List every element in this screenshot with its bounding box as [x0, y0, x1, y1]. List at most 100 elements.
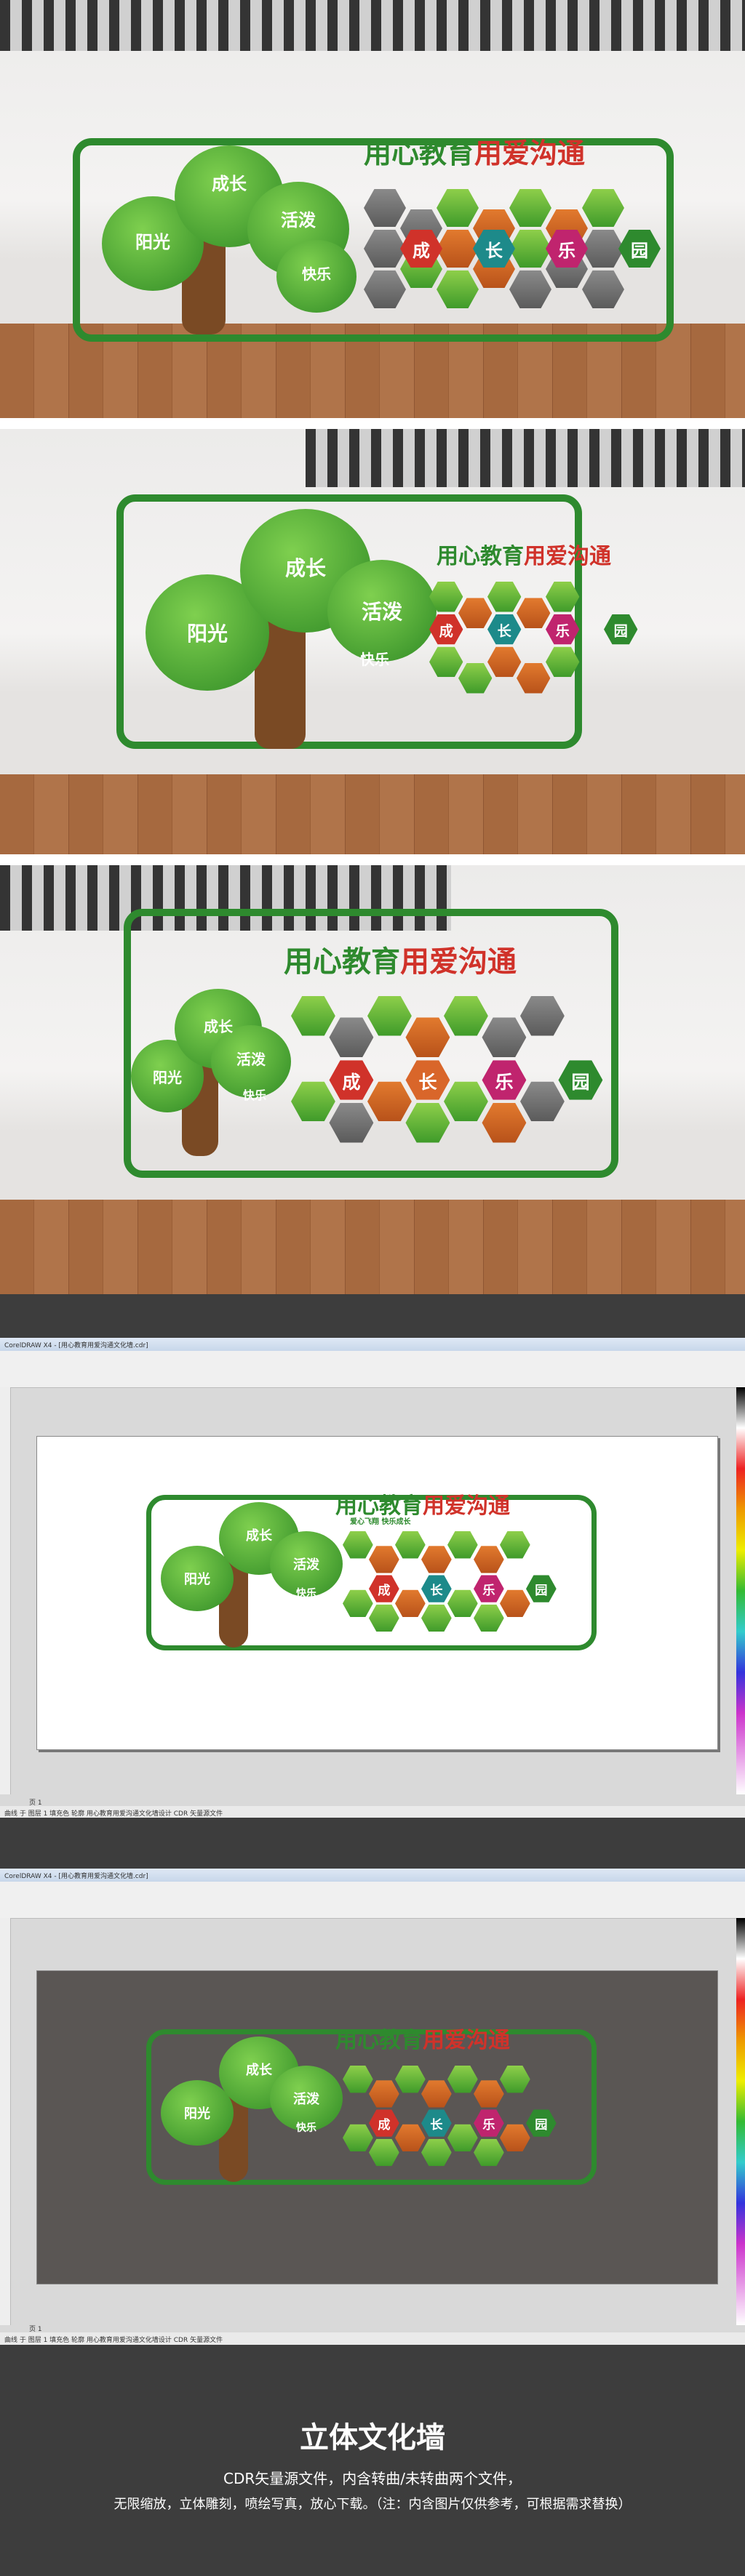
hex-tile [369, 1546, 399, 1573]
editor-panel-dark: CorelDRAW X4 - [用心教育用爱沟通文化墙.cdr] 阳光 成长 活… [0, 1869, 745, 2345]
hex-tile [447, 1531, 478, 1559]
tree-label-yangguang: 阳光 [184, 1572, 210, 1587]
hex-tile [291, 1081, 335, 1122]
headline-part1: 用心教育 [335, 2028, 423, 2053]
status-bar: 曲线 于 图层 1 填充色 轮廓 用心教育用爱沟通文化墙设计 CDR 矢量源文件 [0, 1806, 745, 1818]
culture-wall-2: 阳光 成长 活泼 快乐 用心教育用爱沟通 成 长 乐 园 [116, 494, 662, 756]
hex-tile [429, 646, 463, 678]
hex-label-chang: 长 [421, 2109, 452, 2137]
hex-tile [517, 663, 551, 694]
hex-tile [405, 1103, 450, 1143]
headline-part2: 用爱沟通 [474, 137, 586, 169]
hex-label-le: 乐 [474, 2109, 504, 2137]
hex-label-le: 乐 [546, 614, 580, 645]
hex-tile [437, 270, 479, 308]
toolbox [0, 1387, 11, 1794]
hex-grid: 成 长 乐 园 [364, 189, 661, 334]
hex-tile [395, 2066, 426, 2093]
hex-label-le: 乐 [474, 1575, 504, 1602]
status-bar: 曲线 于 图层 1 填充色 轮廓 用心教育用爱沟通文化墙设计 CDR 矢量源文件 [0, 2332, 745, 2345]
editor-panel-white: CorelDRAW X4 - [用心教育用爱沟通文化墙.cdr] 阳光 成长 活… [0, 1338, 745, 1818]
hex-label-yuan: 园 [618, 230, 661, 268]
hex-tile [329, 1017, 374, 1057]
hex-tile [509, 270, 551, 308]
hex-tile [520, 996, 565, 1036]
hex-tile [343, 2124, 373, 2152]
hex-tile [437, 230, 479, 268]
hex-grid: 成 长 乐 园 [343, 1531, 557, 1632]
tree-label-kuaile: 快乐 [302, 265, 331, 283]
separator [0, 1818, 745, 1869]
headline: 用心教育用爱沟通 [284, 938, 517, 980]
tree-label-kuaile: 快乐 [242, 1088, 266, 1102]
tree-label-kuaile: 快乐 [360, 650, 389, 668]
hex-label-chang: 长 [405, 1060, 450, 1100]
canvas-page: 阳光 成长 活泼 快乐 用心教育用爱沟通 成 长 乐 园 [36, 1970, 718, 2284]
hex-grid: 成 长 乐 园 [343, 2066, 557, 2167]
hex-tile [343, 1531, 373, 1559]
hex-tile [364, 270, 406, 308]
tree-label-yangguang: 阳光 [184, 2106, 210, 2122]
headline-part1: 用心教育 [364, 137, 475, 169]
hex-tile [520, 1081, 565, 1122]
headline-part2: 用爱沟通 [423, 2028, 510, 2053]
hex-grid: 成 长 乐 园 [291, 996, 612, 1157]
hex-tile [482, 1017, 527, 1057]
hex-tile [582, 189, 624, 227]
color-palette [736, 1387, 745, 1794]
render-panel-1: 阳光 成长 活泼 快乐 用心教育用爱沟通 成 长 乐 园 [0, 0, 745, 418]
hex-tile [364, 189, 406, 227]
canvas-page: 阳光 成长 活泼 快乐 用心教育用爱沟通 爱心飞翔 快乐成长 成 长 乐 园 [36, 1436, 718, 1750]
hex-tile [421, 1546, 452, 1573]
hex-label-chang: 长 [421, 1575, 452, 1602]
hex-grid: 成 长 乐 园 [429, 582, 638, 698]
culture-wall-1: 阳光 成长 活泼 快乐 用心教育用爱沟通 成 长 乐 园 [73, 131, 677, 342]
editor-toolbar [0, 1351, 745, 1388]
hex-tile [405, 1017, 450, 1057]
footer-title: 立体文化墙 [300, 2421, 445, 2455]
hex-tile [395, 1589, 426, 1618]
tree-label-yangguang: 阳光 [135, 231, 170, 252]
tree-label-chengzhang: 成长 [204, 1017, 233, 1035]
hex-tile [447, 2124, 478, 2152]
tree-label-huopo: 活泼 [361, 600, 402, 624]
headline-part2: 用爱沟通 [400, 945, 517, 979]
hex-tile [437, 189, 479, 227]
wood-floor [0, 1200, 745, 1294]
editor-toolbar [0, 1882, 745, 1919]
hex-tile [474, 1546, 504, 1573]
hex-tile [444, 996, 488, 1036]
separator [0, 1294, 745, 1338]
tree-label-huopo: 活泼 [293, 1557, 319, 1573]
hex-tile [509, 189, 551, 227]
editor-titlebar: CorelDRAW X4 - [用心教育用爱沟通文化墙.cdr] [0, 1338, 745, 1351]
tree-label-kuaile: 快乐 [296, 1588, 316, 1600]
hex-tile [367, 1081, 412, 1122]
status-text: 曲线 于 图层 1 填充色 轮廓 用心教育用爱沟通文化墙设计 CDR 矢量源文件 [4, 2337, 223, 2344]
render-panel-3: 阳光 成长 活泼 快乐 用心教育用爱沟通 成 长 乐 园 [0, 865, 745, 1294]
wood-floor [0, 774, 745, 854]
tree-label-yangguang: 阳光 [186, 622, 228, 646]
hex-label-cheng: 成 [329, 1060, 374, 1100]
hex-tile [343, 2066, 373, 2093]
hex-tile [447, 2066, 478, 2093]
editor-title: CorelDRAW X4 - [用心教育用爱沟通文化墙.cdr] [4, 1342, 148, 1349]
hex-label-cheng: 成 [429, 614, 463, 645]
hex-tile [329, 1103, 374, 1143]
hex-tile [444, 1081, 488, 1122]
hex-tile [367, 996, 412, 1036]
hex-tile [458, 598, 493, 628]
headline-part2: 用爱沟通 [423, 1493, 510, 1519]
hex-tile [546, 646, 580, 678]
tree-label-yangguang: 阳光 [153, 1068, 182, 1086]
hex-tile [546, 582, 580, 612]
hex-tile [364, 230, 406, 268]
hex-tile [458, 663, 493, 694]
hex-label-cheng: 成 [369, 1575, 399, 1602]
hex-tile [509, 230, 551, 268]
headline: 用心教育用爱沟通 [364, 131, 585, 171]
ceiling [0, 0, 745, 51]
hex-label-chang: 长 [487, 614, 522, 645]
footer-line-2: 无限缩放，立体雕刻，喷绘写真，放心下载。（注：内含图片仅供参考，可根据需求替换） [113, 2497, 632, 2512]
hex-label-le: 乐 [482, 1060, 527, 1100]
